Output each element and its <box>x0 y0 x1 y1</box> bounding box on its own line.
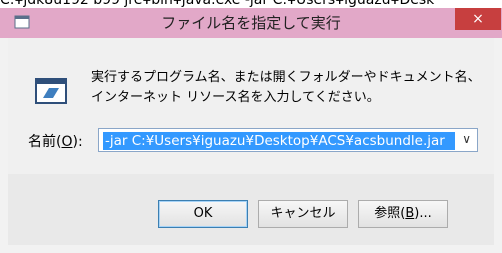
ok-button[interactable]: OK <box>158 200 248 228</box>
command-input[interactable]: -jar C:¥Users¥iguazu¥Desktop¥ACS¥acsbund… <box>105 132 445 150</box>
browse-button[interactable]: 参照(B)... <box>358 200 448 228</box>
command-combobox[interactable]: -jar C:¥Users¥iguazu¥Desktop¥ACS¥acsbund… <box>98 128 478 152</box>
close-button[interactable]: × <box>455 8 501 30</box>
run-dialog: ファイル名を指定して実行 × 実行するプログラム名、または開くフォルダーやドキュ… <box>0 8 502 253</box>
cancel-button[interactable]: キャンセル <box>258 200 348 228</box>
close-icon: × <box>472 11 484 27</box>
run-program-icon <box>35 78 67 104</box>
name-label: 名前(O): <box>28 134 83 150</box>
window-title: ファイル名を指定して実行 <box>161 14 341 32</box>
chevron-down-icon[interactable]: ∨ <box>462 132 471 146</box>
title-bar[interactable]: ファイル名を指定して実行 × <box>0 8 502 38</box>
dialog-body: 実行するプログラム名、または開くフォルダーやドキュメント名、インターネット リソ… <box>8 38 494 245</box>
instruction-text: 実行するプログラム名、または開くフォルダーやドキュメント名、インターネット リソ… <box>91 70 481 105</box>
button-bar: OK キャンセル 参照(B)... <box>8 174 494 245</box>
